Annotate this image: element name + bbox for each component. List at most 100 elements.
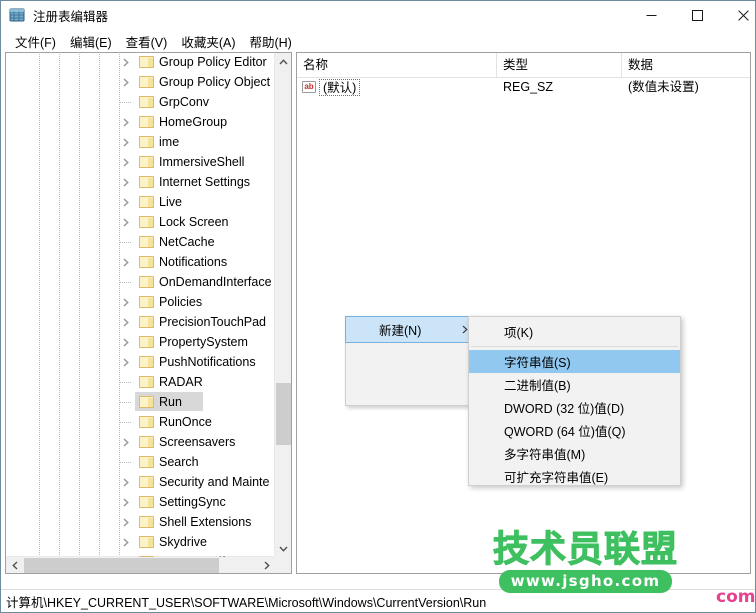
- tree-hscroll-thumb[interactable]: [24, 558, 219, 573]
- tree-item[interactable]: Notifications: [6, 252, 275, 272]
- submenu-item-binary-value[interactable]: 二进制值(B): [469, 373, 680, 396]
- chevron-right-icon[interactable]: [119, 312, 133, 332]
- tree-item-label: Skydrive: [159, 532, 207, 552]
- chevron-right-icon[interactable]: [119, 212, 133, 232]
- chevron-right-icon[interactable]: [119, 352, 133, 372]
- scroll-up-button[interactable]: [275, 53, 292, 70]
- tree-item[interactable]: Security and Mainte: [6, 472, 275, 492]
- tree-item[interactable]: Live: [6, 192, 275, 212]
- tree-item[interactable]: Group Policy Object: [6, 72, 275, 92]
- menu-help[interactable]: 帮助(H): [242, 30, 298, 53]
- tree-connector: [119, 232, 133, 252]
- submenu-item-key[interactable]: 项(K): [469, 320, 680, 343]
- menu-view[interactable]: 查看(V): [119, 30, 175, 53]
- tree-item[interactable]: Screensavers: [6, 432, 275, 452]
- scroll-down-button[interactable]: [275, 540, 292, 557]
- folder-icon: [139, 195, 155, 208]
- tree-item[interactable]: HomeGroup: [6, 112, 275, 132]
- tree-item[interactable]: SettingSync: [6, 492, 275, 512]
- chevron-right-icon[interactable]: [119, 492, 133, 512]
- chevron-right-icon[interactable]: [119, 53, 133, 72]
- status-bar: 计算机\HKEY_CURRENT_USER\SOFTWARE\Microsoft…: [1, 589, 755, 612]
- column-header-name[interactable]: 名称: [297, 53, 497, 77]
- chevron-right-icon[interactable]: [119, 292, 133, 312]
- tree-item-label: Run: [159, 392, 182, 412]
- content-area: Group Policy EditorGroup Policy ObjectGr…: [1, 52, 755, 589]
- table-row[interactable]: ab (默认) REG_SZ (数值未设置): [297, 77, 750, 98]
- folder-icon: [139, 415, 155, 428]
- tree-item-label: Lock Screen: [159, 212, 228, 232]
- tree-vertical-scrollbar[interactable]: [274, 53, 291, 557]
- title-bar: 注册表编辑器: [1, 1, 755, 30]
- folder-icon: [139, 135, 155, 148]
- registry-tree[interactable]: Group Policy EditorGroup Policy ObjectGr…: [6, 53, 275, 557]
- tree-item[interactable]: PrecisionTouchPad: [6, 312, 275, 332]
- tree-item-label: HomeGroup: [159, 112, 227, 132]
- chevron-right-icon[interactable]: [119, 332, 133, 352]
- value-name[interactable]: (默认): [319, 79, 360, 96]
- chevron-right-icon[interactable]: [119, 112, 133, 132]
- scroll-left-button[interactable]: [6, 557, 23, 574]
- tree-scroll-thumb[interactable]: [276, 383, 291, 445]
- chevron-right-icon[interactable]: [119, 132, 133, 152]
- chevron-right-icon[interactable]: [119, 512, 133, 532]
- tree-item[interactable]: Lock Screen: [6, 212, 275, 232]
- chevron-right-icon[interactable]: [119, 252, 133, 272]
- tree-item-label: PrecisionTouchPad: [159, 312, 266, 332]
- submenu-item-multi-string-value[interactable]: 多字符串值(M): [469, 442, 680, 465]
- folder-icon: [139, 95, 155, 108]
- chevron-right-icon[interactable]: [119, 432, 133, 452]
- tree-item[interactable]: Shell Extensions: [6, 512, 275, 532]
- column-header-data[interactable]: 数据: [622, 53, 750, 77]
- chevron-right-icon[interactable]: [119, 72, 133, 92]
- tree-connector: [119, 392, 133, 412]
- menu-edit[interactable]: 编辑(E): [63, 30, 119, 53]
- column-header-type[interactable]: 类型: [497, 53, 622, 77]
- tree-item-label: Internet Settings: [159, 172, 250, 192]
- tree-item[interactable]: Internet Settings: [6, 172, 275, 192]
- close-icon: [738, 10, 749, 21]
- scrollbar-corner: [274, 556, 291, 573]
- tree-item-label: NetCache: [159, 232, 215, 252]
- tree-item[interactable]: ImmersiveShell: [6, 152, 275, 172]
- close-button[interactable]: [721, 1, 756, 30]
- menu-file[interactable]: 文件(F): [8, 30, 63, 53]
- tree-item[interactable]: Skydrive: [6, 532, 275, 552]
- tree-item[interactable]: Group Policy Editor: [6, 53, 275, 72]
- tree-item[interactable]: Search: [6, 452, 275, 472]
- tree-item-label: Security and Mainte: [159, 472, 269, 492]
- chevron-right-icon[interactable]: [119, 152, 133, 172]
- maximize-button[interactable]: [675, 1, 719, 30]
- tree-item-label: Notifications: [159, 252, 227, 272]
- folder-icon: [139, 375, 155, 388]
- chevron-right-icon[interactable]: [119, 532, 133, 552]
- submenu-item-expandable-string-value[interactable]: 可扩充字符串值(E): [469, 465, 680, 488]
- submenu-item-string-value[interactable]: 字符串值(S): [469, 350, 680, 373]
- chevron-right-icon[interactable]: [119, 472, 133, 492]
- tree-item[interactable]: RADAR: [6, 372, 275, 392]
- tree-connector: [119, 552, 133, 557]
- tree-item[interactable]: NetCache: [6, 232, 275, 252]
- tree-item[interactable]: OnDemandInterface: [6, 272, 275, 292]
- registry-tree-rows: Group Policy EditorGroup Policy ObjectGr…: [6, 53, 275, 557]
- minimize-button[interactable]: [629, 1, 673, 30]
- submenu-item-dword-value[interactable]: DWORD (32 位)值(D): [469, 396, 680, 419]
- value-type: REG_SZ: [503, 77, 553, 98]
- submenu-item-qword-value[interactable]: QWORD (64 位)值(Q): [469, 419, 680, 442]
- chevron-right-icon[interactable]: [119, 172, 133, 192]
- tree-horizontal-scrollbar[interactable]: [6, 556, 275, 573]
- tree-item[interactable]: ime: [6, 132, 275, 152]
- scroll-right-button[interactable]: [258, 557, 275, 574]
- tree-item[interactable]: RunOnce: [6, 412, 275, 432]
- chevron-right-icon[interactable]: [119, 192, 133, 212]
- tree-item-label: Live: [159, 192, 182, 212]
- folder-icon: [139, 295, 155, 308]
- tree-item[interactable]: PushNotifications: [6, 352, 275, 372]
- context-menu-item-new[interactable]: 新建(N): [345, 316, 478, 343]
- tree-item[interactable]: GrpConv: [6, 92, 275, 112]
- tree-item[interactable]: PropertySystem: [6, 332, 275, 352]
- menu-favorites[interactable]: 收藏夹(A): [174, 30, 242, 53]
- tree-item[interactable]: Run: [6, 392, 275, 412]
- minimize-icon: [646, 10, 657, 21]
- tree-item[interactable]: Policies: [6, 292, 275, 312]
